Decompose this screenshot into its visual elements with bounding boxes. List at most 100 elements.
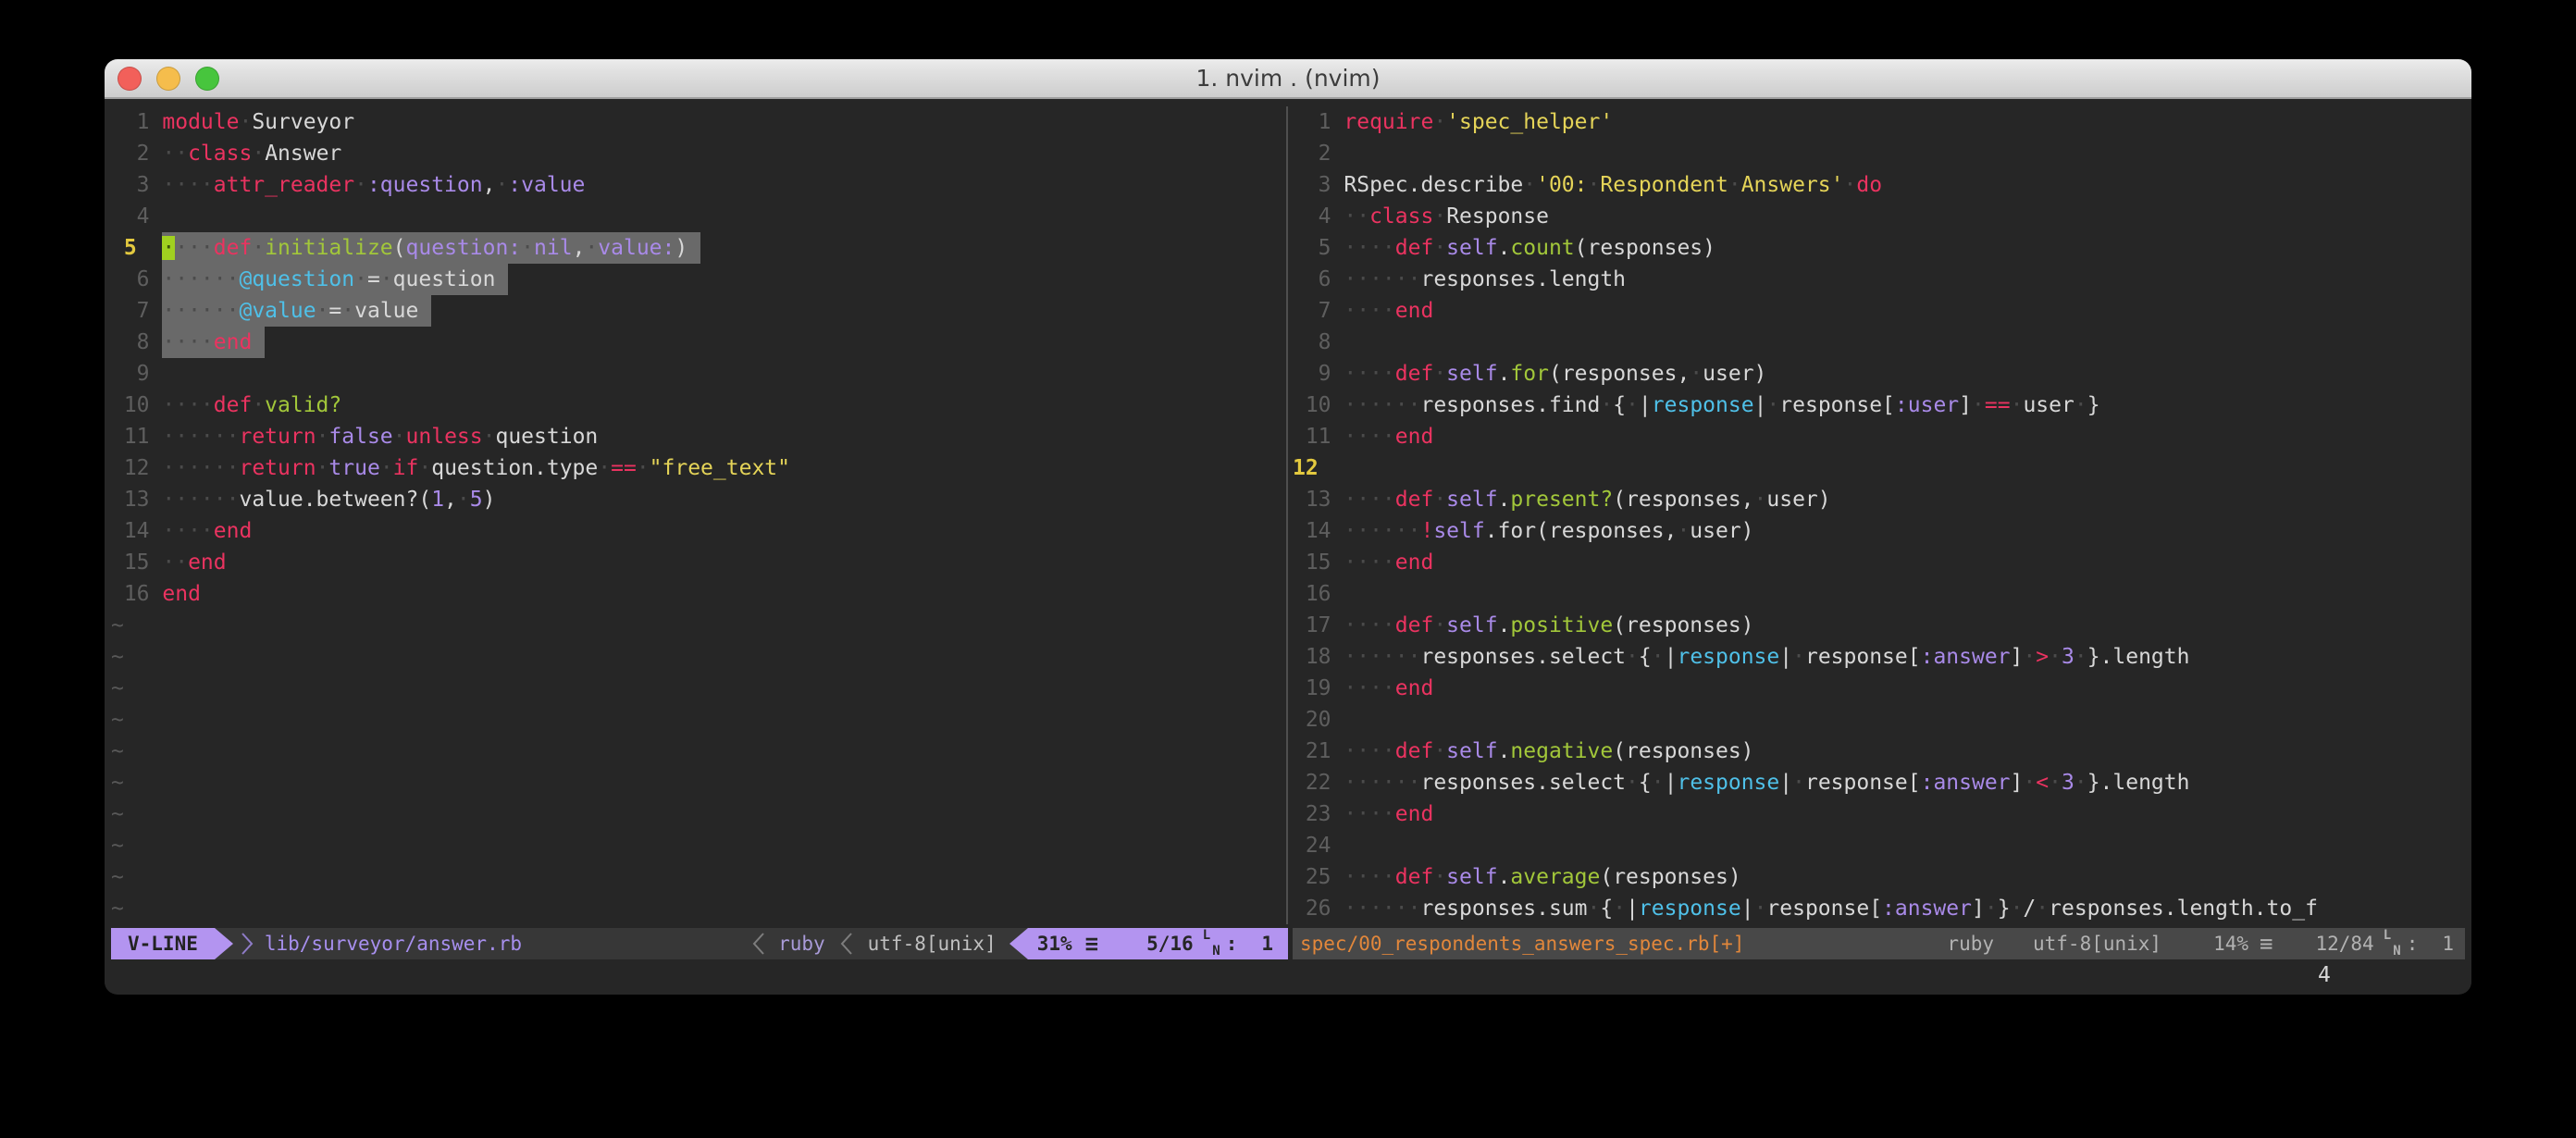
code-line[interactable]: 9 bbox=[111, 358, 1286, 390]
code-line[interactable]: 2 bbox=[1293, 138, 2465, 169]
code-text: ····def·self.positive(responses) bbox=[1344, 610, 1753, 641]
code-line[interactable]: 2··class·Answer bbox=[111, 138, 1286, 169]
code-line[interactable]: 6······responses.length bbox=[1293, 264, 2465, 295]
code-token: ) bbox=[483, 488, 496, 512]
line-number: 9 bbox=[111, 358, 162, 390]
code-line[interactable]: 8····end bbox=[111, 327, 1286, 358]
empty-buffer-line: ~ bbox=[111, 861, 1286, 893]
code-token: self bbox=[1446, 739, 1497, 763]
code-line[interactable]: 17····def·self.positive(responses) bbox=[1293, 610, 2465, 641]
code-line[interactable]: 22······responses.select·{·|response|·re… bbox=[1293, 767, 2465, 798]
code-line[interactable]: 18······responses.select·{·|response|·re… bbox=[1293, 641, 2465, 673]
code-line[interactable]: 23····end bbox=[1293, 798, 2465, 830]
code-text: ··class·Response bbox=[1344, 201, 1549, 232]
code-line[interactable]: 3····attr_reader·:question,·:value bbox=[111, 169, 1286, 201]
line-number: 6 bbox=[1293, 264, 1344, 295]
code-token: ·question.type· bbox=[418, 456, 611, 480]
code-token: return bbox=[239, 425, 316, 449]
space-dot: ···· bbox=[1344, 802, 1394, 826]
code-token: ······responses.select·{·| bbox=[1344, 645, 1677, 669]
code-line[interactable]: 1module·Surveyor bbox=[111, 106, 1286, 138]
code-line[interactable]: 5····def·initialize(question:·nil,·value… bbox=[111, 232, 1286, 264]
space-dot: · bbox=[2023, 771, 2036, 795]
code-line[interactable]: 15····end bbox=[1293, 547, 2465, 578]
code-token: ···· bbox=[162, 519, 213, 543]
code-line[interactable]: 7····end bbox=[1293, 295, 2465, 327]
empty-buffer-line: ~ bbox=[111, 736, 1286, 767]
command-line[interactable]: 4 bbox=[111, 959, 2465, 991]
code-token: ···· bbox=[1344, 802, 1394, 826]
code-text: ····end bbox=[1344, 673, 1433, 704]
code-line[interactable]: 14····end bbox=[111, 515, 1286, 547]
code-line[interactable]: 21····def·self.negative(responses) bbox=[1293, 736, 2465, 767]
close-button[interactable] bbox=[118, 67, 142, 91]
tilde-marker: ~ bbox=[111, 861, 124, 893]
code-token: count bbox=[1510, 236, 1574, 260]
code-token: · bbox=[2049, 771, 2062, 795]
space-dot: · bbox=[380, 456, 393, 480]
code-line[interactable]: 16end bbox=[111, 578, 1286, 610]
space-dot: · bbox=[1677, 519, 1690, 543]
left-pane[interactable]: 1module·Surveyor2··class·Answer3····attr… bbox=[111, 106, 1286, 924]
code-line[interactable]: 9····def·self.for(responses,·user) bbox=[1293, 358, 2465, 390]
space-dot: · bbox=[2049, 771, 2062, 795]
code-line[interactable]: 14······!self.for(responses,·user) bbox=[1293, 515, 2465, 547]
code-token: . bbox=[1498, 739, 1511, 763]
code-text: ······return·true·if·question.type·==·"f… bbox=[162, 452, 790, 484]
code-line[interactable]: 11····end bbox=[1293, 421, 2465, 452]
space-dot: ···· bbox=[1344, 550, 1394, 575]
code-line[interactable]: 8 bbox=[1293, 327, 2465, 358]
code-line[interactable]: 4 bbox=[111, 201, 1286, 232]
code-line[interactable]: 20 bbox=[1293, 704, 2465, 736]
code-line[interactable]: 4··class·Response bbox=[1293, 201, 2465, 232]
code-token: ! bbox=[1420, 519, 1433, 543]
titlebar[interactable]: 1. nvim . (nvim) bbox=[105, 59, 2471, 99]
code-token: ······responses.find·{·| bbox=[1344, 393, 1651, 417]
lines-icon: ≡ bbox=[2260, 931, 2273, 957]
code-line[interactable]: 12 bbox=[1293, 452, 2465, 484]
code-line[interactable]: 24 bbox=[1293, 830, 2465, 861]
code-line[interactable]: 1require·'spec_helper' bbox=[1293, 106, 2465, 138]
code-line[interactable]: 11······return·false·unless·question bbox=[111, 421, 1286, 452]
code-token: ···· bbox=[162, 173, 213, 197]
line-number: 5 bbox=[1293, 232, 1344, 264]
chevron-right-icon bbox=[241, 928, 254, 959]
code-token: 1 bbox=[431, 488, 444, 512]
colon-separator: : bbox=[1226, 933, 1238, 955]
space-dot: ···· bbox=[1344, 676, 1394, 700]
code-text: ····end bbox=[1344, 547, 1433, 578]
code-token: . bbox=[1498, 865, 1511, 889]
code-line[interactable]: 13······value.between?(1,·5) bbox=[111, 484, 1286, 515]
zoom-button[interactable] bbox=[195, 67, 219, 91]
code-line[interactable]: 12······return·true·if·question.type·==·… bbox=[111, 452, 1286, 484]
space-dot: ······ bbox=[162, 488, 239, 512]
vertical-split-divider[interactable] bbox=[1286, 106, 1288, 924]
space-dot: · bbox=[2011, 897, 2024, 921]
space-dot: · bbox=[380, 267, 393, 291]
code-token: ·· bbox=[162, 550, 188, 575]
code-line[interactable]: 13····def·self.present?(responses,·user) bbox=[1293, 484, 2465, 515]
code-line[interactable]: 10····def·valid? bbox=[111, 390, 1286, 421]
code-token: . bbox=[1498, 488, 1511, 512]
code-line[interactable]: 3RSpec.describe·'00:·Respondent·Answers'… bbox=[1293, 169, 2465, 201]
tilde-marker: ~ bbox=[111, 767, 124, 798]
code-line[interactable]: 6······@question·=·question bbox=[111, 264, 1286, 295]
code-line[interactable]: 25····def·self.average(responses) bbox=[1293, 861, 2465, 893]
code-line[interactable]: 10······responses.find·{·|response|·resp… bbox=[1293, 390, 2465, 421]
code-token: ···· bbox=[1344, 865, 1394, 889]
code-line[interactable]: 16 bbox=[1293, 578, 2465, 610]
space-dot: · bbox=[637, 456, 650, 480]
code-token: true bbox=[328, 456, 379, 480]
line-number: 4 bbox=[1293, 201, 1344, 232]
code-text: ······value.between?(1,·5) bbox=[162, 484, 495, 515]
code-line[interactable]: 5····def·self.count(responses) bbox=[1293, 232, 2465, 264]
code-line[interactable]: 7······@value·=·value bbox=[111, 295, 1286, 327]
line-number: 20 bbox=[1293, 704, 1344, 736]
minimize-button[interactable] bbox=[156, 67, 180, 91]
space-dot: ······ bbox=[1344, 519, 1420, 543]
code-line[interactable]: 15··end bbox=[111, 547, 1286, 578]
code-line[interactable]: 19····end bbox=[1293, 673, 2465, 704]
right-pane[interactable]: 1require·'spec_helper'23RSpec.describe·'… bbox=[1293, 106, 2465, 924]
code-line[interactable]: 26······responses.sum·{·|response|·respo… bbox=[1293, 893, 2465, 924]
space-dot: ······ bbox=[162, 425, 239, 449]
